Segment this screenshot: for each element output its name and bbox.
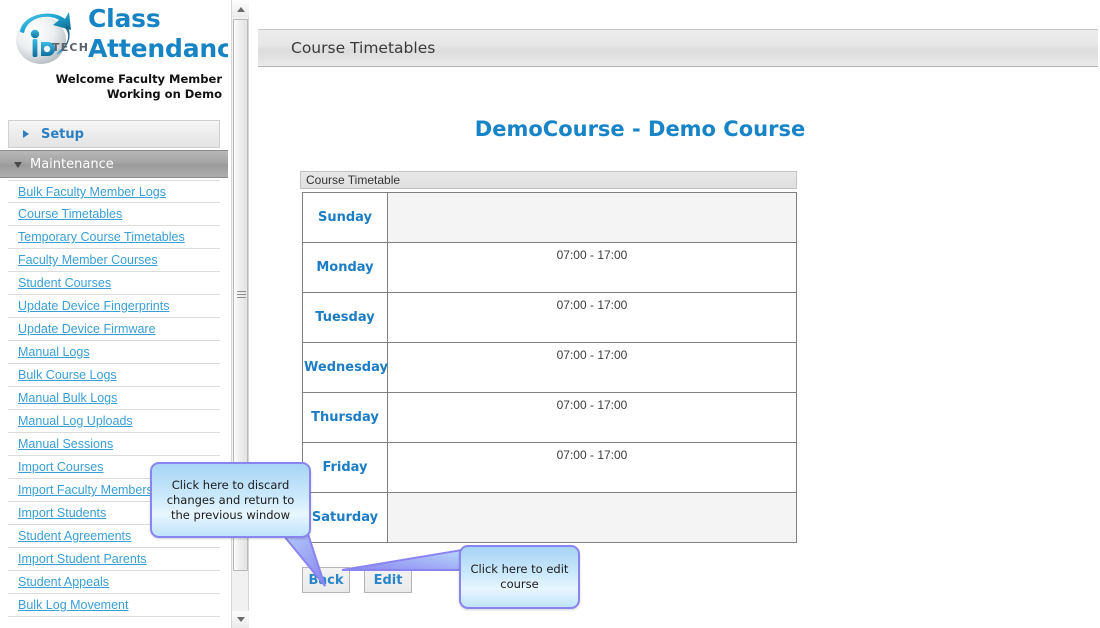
sidebar-link[interactable]: Manual Logs <box>18 345 90 359</box>
timetable-slots: 07:00 - 17:00 <box>387 242 797 293</box>
app-root: TECH Class Attendance Welcome Faculty Me… <box>0 0 1100 628</box>
sidebar-link[interactable]: Update Device Firmware <box>18 322 156 336</box>
sidebar-section-setup[interactable]: Setup <box>8 120 220 148</box>
scrollbar-down-button[interactable] <box>232 611 249 628</box>
sidebar-link[interactable]: Import Student Parents <box>18 552 147 566</box>
timetable-slots: 07:00 - 17:00 <box>387 342 797 393</box>
table-row: Saturday <box>302 492 797 543</box>
edit-button-hint-callout: Click here to edit course <box>459 545 580 609</box>
welcome-text: Welcome Faculty Member Working on Demo <box>6 72 222 102</box>
page-header-bar: Course Timetables <box>258 29 1098 67</box>
sidebar-link[interactable]: Manual Sessions <box>18 437 113 451</box>
main-content: Course Timetables DemoCourse - Demo Cour… <box>250 0 1100 628</box>
sidebar-item-temporary-course-timetables[interactable]: Temporary Course Timetables <box>8 226 220 249</box>
scroll-down-arrow-icon <box>236 616 245 622</box>
brand-title-line1: Class <box>88 4 161 33</box>
table-row: Wednesday 07:00 - 17:00 <box>302 342 797 393</box>
welcome-line-context: Working on Demo <box>106 87 222 101</box>
sidebar-link[interactable]: Manual Log Uploads <box>18 414 133 428</box>
brand-title: Class Attendance <box>88 4 228 64</box>
chevron-right-icon <box>23 130 29 138</box>
back-hint-text: Click here to discard changes and return… <box>166 477 295 522</box>
sidebar-link[interactable]: Import Students <box>18 506 106 520</box>
table-row: Tuesday 07:00 - 17:00 <box>302 292 797 343</box>
sidebar-item-bulk-course-logs[interactable]: Bulk Course Logs <box>8 364 220 387</box>
sidebar-link[interactable]: Student Courses <box>18 276 111 290</box>
sidebar-item-faculty-member-courses[interactable]: Faculty Member Courses <box>8 249 220 272</box>
sidebar-link[interactable]: Course Timetables <box>18 207 122 221</box>
timetable-day-label: Monday <box>302 242 388 293</box>
sidebar-section-maintenance-label: Maintenance <box>30 157 114 172</box>
sidebar-item-manual-logs[interactable]: Manual Logs <box>8 341 220 364</box>
table-row: Monday 07:00 - 17:00 <box>302 242 797 293</box>
sidebar-link[interactable]: Import Faculty Members <box>18 483 153 497</box>
sidebar-link[interactable]: Manual Bulk Logs <box>18 391 117 405</box>
scrollbar-up-button[interactable] <box>232 0 249 17</box>
timetable-day-label: Thursday <box>302 392 388 443</box>
timetable-slots <box>387 492 797 543</box>
sidebar-item-course-timetables[interactable]: Course Timetables <box>8 203 220 226</box>
sidebar-item-import-student-parents[interactable]: Import Student Parents <box>8 548 220 571</box>
welcome-line-user: Welcome Faculty Member <box>55 72 222 86</box>
chevron-down-icon <box>14 162 22 168</box>
timetable-slots: 07:00 - 17:00 <box>387 392 797 443</box>
course-timetable-table: Sunday Monday 07:00 - 17:00 Tuesday 07:0… <box>302 192 797 543</box>
sidebar-item-student-courses[interactable]: Student Courses <box>8 272 220 295</box>
timetable-day-label: Sunday <box>302 192 388 243</box>
brand-header: TECH Class Attendance Welcome Faculty Me… <box>0 0 228 120</box>
sidebar-item-update-device-firmware[interactable]: Update Device Firmware <box>8 318 220 341</box>
globe-swoosh-logo-icon: TECH <box>8 6 90 68</box>
sidebar-item-bulk-log-movement[interactable]: Bulk Log Movement <box>8 594 220 617</box>
sidebar-item-update-device-fingerprints[interactable]: Update Device Fingerprints <box>8 295 220 318</box>
sidebar-section-maintenance[interactable]: Maintenance <box>0 150 228 178</box>
back-button-hint-callout: Click here to discard changes and return… <box>150 462 311 538</box>
sidebar-link[interactable]: Temporary Course Timetables <box>18 230 185 244</box>
course-heading: DemoCourse - Demo Course <box>474 117 806 141</box>
timetable-caption: Course Timetable <box>300 171 797 189</box>
scrollbar-grip-icon <box>237 291 246 299</box>
table-row: Sunday <box>302 192 797 243</box>
table-row: Thursday 07:00 - 17:00 <box>302 392 797 443</box>
sidebar-link[interactable]: Student Appeals <box>18 575 109 589</box>
brand-title-line2: Attendance <box>88 34 228 63</box>
sidebar-link[interactable]: Faculty Member Courses <box>18 253 158 267</box>
timetable-slots: 07:00 - 17:00 <box>387 292 797 343</box>
timetable-day-label: Wednesday <box>302 342 388 393</box>
sidebar-item-manual-sessions[interactable]: Manual Sessions <box>8 433 220 456</box>
sidebar-link[interactable]: Update Device Fingerprints <box>18 299 169 313</box>
sidebar-item-manual-log-uploads[interactable]: Manual Log Uploads <box>8 410 220 433</box>
table-row: Friday 07:00 - 17:00 <box>302 442 797 493</box>
sidebar-link[interactable]: Import Courses <box>18 460 103 474</box>
scroll-up-arrow-icon <box>236 6 245 12</box>
timetable-slots <box>387 192 797 243</box>
sidebar-item-bulk-faculty-member-logs[interactable]: Bulk Faculty Member Logs <box>8 180 220 203</box>
sidebar-link[interactable]: Student Agreements <box>18 529 131 543</box>
timetable-day-label: Friday <box>302 442 388 493</box>
sidebar-item-manual-bulk-logs[interactable]: Manual Bulk Logs <box>8 387 220 410</box>
svg-text:TECH: TECH <box>52 41 89 54</box>
sidebar-link[interactable]: Bulk Faculty Member Logs <box>18 185 166 199</box>
sidebar-link[interactable]: Bulk Log Movement <box>18 598 128 612</box>
page-title: Course Timetables <box>291 39 436 57</box>
timetable-slots: 07:00 - 17:00 <box>387 442 797 493</box>
sidebar-menu-list: Bulk Faculty Member Logs Course Timetabl… <box>8 180 220 617</box>
timetable-day-label: Tuesday <box>302 292 388 343</box>
sidebar-section-setup-label: Setup <box>41 127 84 142</box>
sidebar-link[interactable]: Bulk Course Logs <box>18 368 117 382</box>
sidebar-item-student-appeals[interactable]: Student Appeals <box>8 571 220 594</box>
edit-hint-text: Click here to edit course <box>470 562 569 591</box>
edit-callout-tail <box>341 548 463 571</box>
